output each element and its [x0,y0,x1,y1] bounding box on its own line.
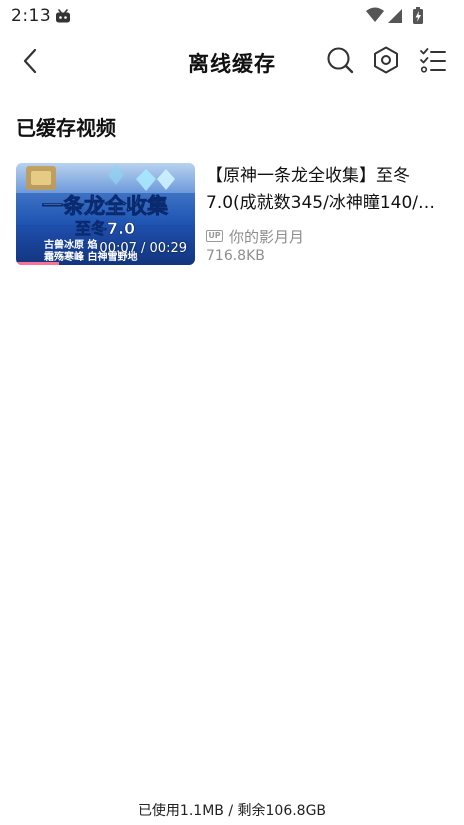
up-badge-icon: UP [206,230,223,242]
watch-progress-bar [16,262,59,265]
storage-usage: 已使用1.1MB / 剩余106.8GB [137,803,327,819]
video-file-size: 716.8KB [206,248,265,264]
bilibili-tv-icon [55,8,71,23]
edit-list-button[interactable] [418,45,448,75]
video-list-item[interactable]: 一条龙全收集 至冬7.0 古兽冰原 焰 霜殇寒峰 白神雪野地 00:07 / 0… [16,163,448,267]
uploader-name: 你的影月月 [229,227,305,246]
thumbnail-subheadline: 至冬7.0 [75,219,135,238]
wifi-icon [366,7,384,22]
search-icon [327,47,354,74]
nav-bar: 离线缓存 [0,36,464,86]
search-button[interactable] [325,45,355,75]
section-title: 已缓存视频 [16,116,116,140]
thumbnail-headline: 一条龙全收集 [42,194,169,218]
status-time: 2:13 [11,6,52,26]
cell-signal-icon [388,9,402,23]
settings-button[interactable] [371,45,401,75]
video-title-line2: 7.0(成就数345/冰神瞳140/… [206,193,436,213]
video-title-line1: 【原神一条龙全收集】至冬 [206,166,410,186]
status-icons [366,7,430,25]
hexagon-settings-icon [374,46,398,74]
video-thumbnail[interactable]: 一条龙全收集 至冬7.0 古兽冰原 焰 霜殇寒峰 白神雪野地 00:07 / 0… [16,163,195,265]
video-duration: 00:07 / 00:29 [99,241,187,256]
uploader-row: UP 你的影月月 [206,226,304,246]
battery-icon [413,7,423,24]
checklist-icon [420,48,446,73]
video-title[interactable]: 【原神一条龙全收集】至冬 7.0(成就数345/冰神瞳140/… [206,163,446,217]
status-bar: 2:13 [0,0,464,32]
thumbnail-tag-row1: 古兽冰原 焰 [44,238,97,251]
